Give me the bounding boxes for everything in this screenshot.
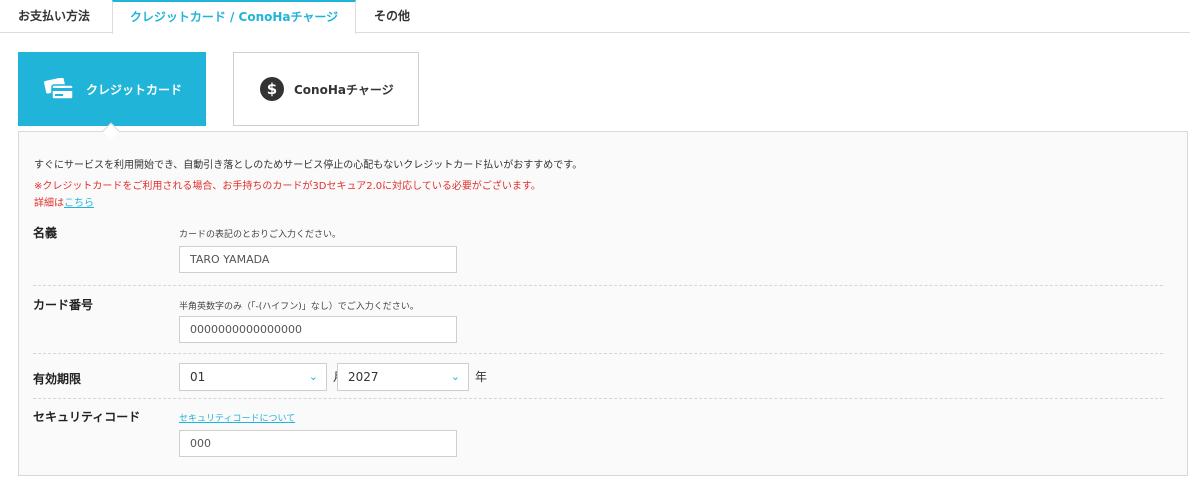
- security-code-label: セキュリティコード: [33, 410, 141, 424]
- conoha-charge-method-button[interactable]: $ ConoHaチャージ: [233, 52, 419, 126]
- security-code-input[interactable]: 000: [179, 430, 457, 457]
- divider: [33, 285, 1163, 286]
- chevron-down-icon: ⌄: [450, 370, 460, 383]
- detail-link[interactable]: こちら: [64, 198, 94, 209]
- tab-other[interactable]: その他: [374, 0, 410, 33]
- tab-credit-conoha[interactable]: クレジットカード / ConoHaチャージ: [112, 0, 356, 34]
- expiry-year-select[interactable]: 2027 ⌄: [337, 363, 469, 391]
- expiry-label: 有効期限: [33, 372, 82, 386]
- detail-prefix: 詳細は: [34, 198, 64, 209]
- conoha-charge-method-label: ConoHaチャージ: [294, 82, 394, 97]
- credit-card-method-label: クレジットカード: [86, 82, 183, 97]
- tab-payment-method[interactable]: お支払い方法: [18, 0, 90, 33]
- expiry-year-value: 2027: [348, 370, 379, 384]
- year-unit: 年: [475, 370, 488, 384]
- credit-card-form-panel: すぐにサービスを利用開始でき、自動引き落としのためサービス停止の心配もないクレジ…: [18, 131, 1188, 476]
- credit-card-icon: [44, 78, 74, 100]
- card-number-hint: 半角英数字のみ（「-(ハイフン)」なし）でご入力ください。: [179, 302, 419, 312]
- chevron-down-icon: ⌄: [308, 370, 318, 383]
- card-number-input[interactable]: 0000000000000000: [179, 316, 457, 343]
- name-label: 名義: [33, 226, 58, 240]
- 3d-secure-warning: ※クレジットカードをご利用される場合、お手持ちのカードが3Dセキュア2.0に対応…: [34, 181, 541, 192]
- security-code-help-link[interactable]: セキュリティコードについて: [179, 411, 295, 424]
- card-number-label: カード番号: [33, 298, 94, 312]
- divider: [33, 398, 1163, 399]
- expiry-month-value: 01: [190, 370, 206, 384]
- detail-line: 詳細はこちら: [34, 194, 94, 209]
- intro-text: すぐにサービスを利用開始でき、自動引き落としのためサービス停止の心配もないクレジ…: [34, 160, 583, 171]
- expiry-month-select[interactable]: 01 ⌄: [179, 363, 327, 391]
- credit-card-method-button[interactable]: クレジットカード: [18, 52, 206, 126]
- cardholder-name-input[interactable]: TARO YAMADA: [179, 246, 457, 273]
- dollar-icon: $: [260, 77, 284, 101]
- name-hint: カードの表記のとおりご入力ください。: [179, 230, 342, 240]
- divider: [33, 353, 1163, 354]
- payment-tabs: お支払い方法 クレジットカード / ConoHaチャージ その他: [0, 0, 1190, 34]
